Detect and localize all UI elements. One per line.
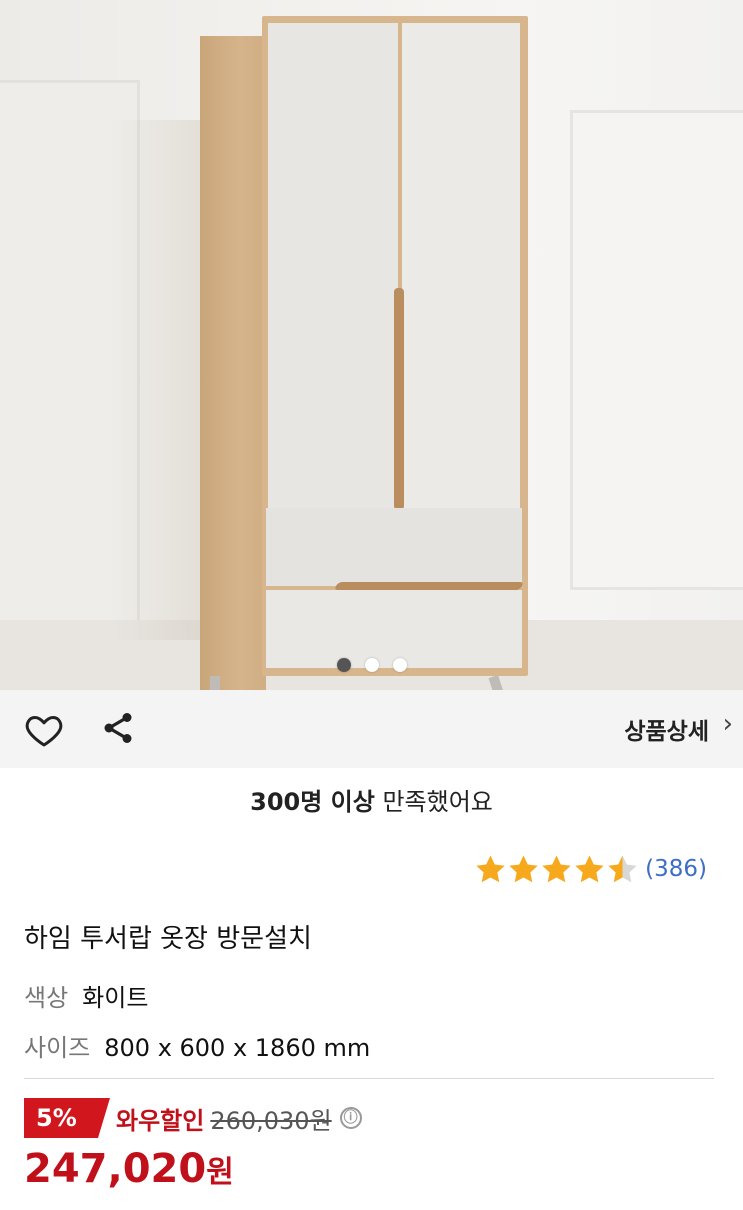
review-count[interactable]: (386): [645, 856, 707, 882]
product-title: 하임 투서랍 옷장 방문설치: [24, 924, 312, 954]
option-color: 색상 화이트: [24, 978, 148, 1013]
sale-price: 247,020원: [24, 1146, 234, 1192]
product-detail-link[interactable]: 상품상세: [624, 712, 709, 746]
wardrobe-door-left: [268, 23, 398, 517]
share-icon[interactable]: [100, 710, 136, 746]
star-icon: [509, 854, 538, 882]
divider: [24, 1078, 714, 1079]
option-size-value: 800 x 600 x 1860 mm: [104, 1034, 371, 1062]
wardrobe-image: [200, 16, 528, 690]
heart-icon[interactable]: [24, 710, 64, 750]
option-size-label: 사이즈: [24, 1034, 91, 1062]
door-handle: [394, 288, 404, 510]
option-color-label: 색상: [24, 984, 69, 1012]
star-icon: [542, 854, 571, 882]
original-price: 260,030원: [210, 1106, 332, 1135]
wardrobe-door-right: [402, 23, 520, 517]
wardrobe-drawer-top: [266, 508, 522, 586]
drawer-handle: [333, 582, 525, 590]
product-image-carousel[interactable]: [0, 0, 743, 690]
wall-panel: [570, 110, 743, 590]
wardrobe-side: [200, 36, 266, 690]
star-rating: [474, 853, 639, 886]
carousel-indicator: [0, 657, 743, 677]
satisfaction-text: 만족했어요: [374, 788, 493, 816]
currency-unit: 원: [206, 1155, 234, 1190]
discount-rate-badge: 5%: [24, 1098, 110, 1138]
option-size: 사이즈 800 x 600 x 1860 mm: [24, 1028, 370, 1063]
wardrobe-leg: [210, 676, 220, 690]
star-icon: [575, 854, 604, 882]
satisfaction-summary: 300명 이상 만족했어요: [0, 782, 743, 817]
action-bar: 상품상세 ›: [0, 690, 743, 768]
carousel-dot[interactable]: [364, 658, 379, 672]
carousel-dot[interactable]: [336, 658, 351, 672]
option-color-value: 화이트: [82, 984, 149, 1012]
discount-row: 5% 와우할인 260,030원 ⓘ: [24, 1098, 362, 1138]
rating[interactable]: (386): [474, 852, 707, 886]
chevron-right-icon[interactable]: ›: [723, 709, 733, 739]
product-page: 상품상세 › 300명 이상 만족했어요 (386) 하임 투서랍 옷장 방문설…: [0, 0, 743, 1210]
info-icon[interactable]: ⓘ: [339, 1107, 362, 1129]
sale-price-value: 247,020: [24, 1146, 207, 1192]
star-icon: [476, 854, 505, 882]
satisfaction-count: 300명 이상: [250, 788, 375, 816]
carousel-dot[interactable]: [392, 658, 407, 672]
wardrobe-leg: [488, 675, 506, 690]
discount-label: 와우할인: [116, 1106, 205, 1135]
star-icon: [608, 854, 637, 882]
